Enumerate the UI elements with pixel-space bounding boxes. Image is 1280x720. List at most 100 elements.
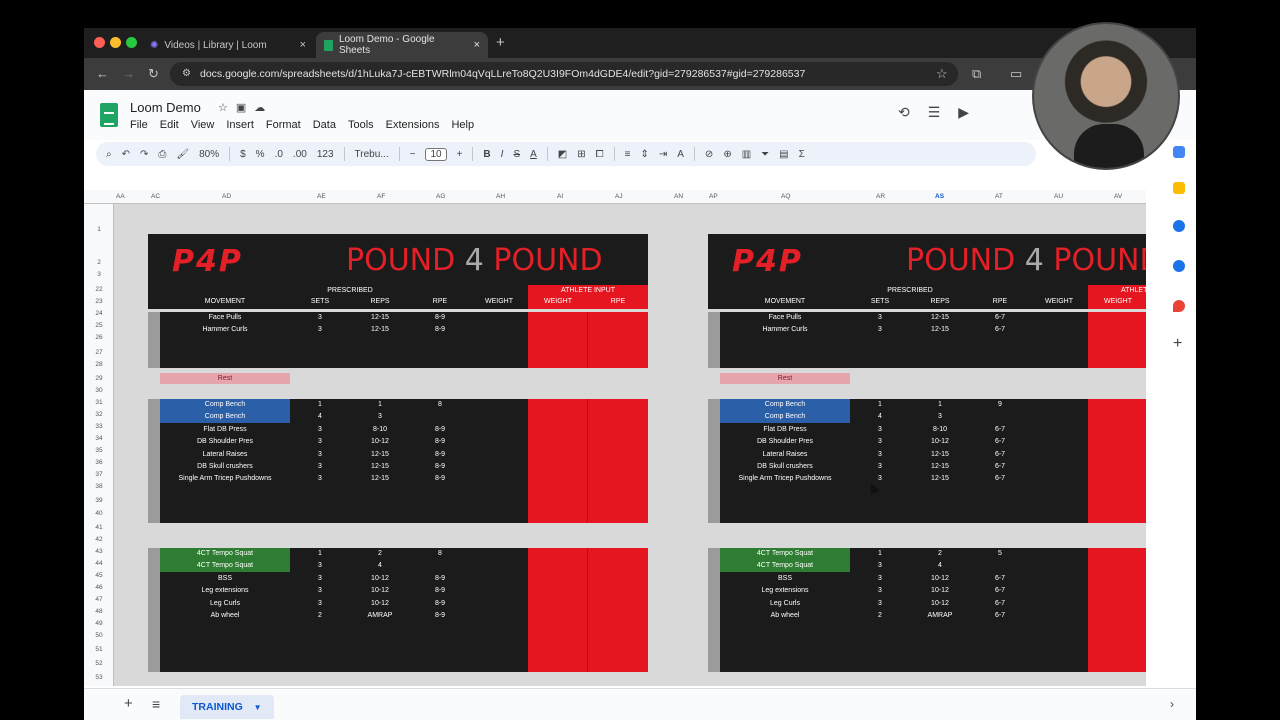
row-number[interactable]: 26: [84, 334, 114, 341]
column-header[interactable]: AV: [1114, 193, 1122, 200]
strikethrough-button[interactable]: S: [513, 149, 520, 160]
exercise-row[interactable]: DB Shoulder Pres 3 10-12 6-7: [720, 436, 1088, 448]
row-number[interactable]: 25: [84, 322, 114, 329]
movement-cell[interactable]: BSS: [720, 575, 850, 582]
sheet-tab-menu-icon[interactable]: ▼: [254, 703, 262, 712]
movement-cell[interactable]: 4CT Tempo Squat: [160, 548, 290, 560]
row-number[interactable]: 40: [84, 510, 114, 517]
tab-loom-library[interactable]: ✺ Videos | Library | Loom ×: [142, 32, 314, 58]
sets-cell[interactable]: 3: [290, 426, 350, 433]
row-number[interactable]: 41: [84, 524, 114, 531]
row-number[interactable]: 42: [84, 536, 114, 543]
comments-icon[interactable]: ☰: [928, 104, 959, 120]
row-number[interactable]: 53: [84, 674, 114, 681]
reps-cell[interactable]: 4: [910, 562, 970, 569]
rpe-cell[interactable]: 6-7: [970, 314, 1030, 321]
column-header[interactable]: AP: [709, 193, 718, 200]
all-sheets-button[interactable]: ≡: [152, 696, 160, 712]
rpe-cell[interactable]: 6-7: [970, 463, 1030, 470]
sets-cell[interactable]: 3: [290, 326, 350, 333]
reps-cell[interactable]: 2: [350, 550, 410, 557]
movement-cell[interactable]: Ab wheel: [160, 612, 290, 619]
rpe-cell[interactable]: 6-7: [970, 575, 1030, 582]
rpe-cell[interactable]: 6-7: [970, 600, 1030, 607]
movement-cell[interactable]: Face Pulls: [160, 314, 290, 321]
bookmark-star-icon[interactable]: ☆: [936, 66, 948, 82]
row-number[interactable]: 27: [84, 349, 114, 356]
move-folder-icon[interactable]: ▣: [236, 102, 254, 114]
reps-cell[interactable]: 12-15: [910, 326, 970, 333]
athlete-input-cells[interactable]: [528, 548, 648, 672]
column-header[interactable]: AG: [436, 193, 445, 200]
reps-cell[interactable]: 12-15: [910, 475, 970, 482]
movement-cell[interactable]: Leg Curls: [160, 600, 290, 607]
row-number[interactable]: 51: [84, 646, 114, 653]
athlete-input-cells[interactable]: [528, 312, 648, 368]
row-number[interactable]: 32: [84, 411, 114, 418]
rest-day-label[interactable]: Rest: [720, 373, 850, 384]
movement-cell[interactable]: DB Shoulder Pres: [160, 438, 290, 445]
get-addons-icon[interactable]: +: [1173, 336, 1185, 352]
exercise-row[interactable]: 4CT Tempo Squat 3 4: [160, 560, 528, 573]
row-number[interactable]: 24: [84, 310, 114, 317]
rpe-cell[interactable]: 6-7: [970, 426, 1030, 433]
keep-icon[interactable]: [1173, 182, 1185, 194]
menu-edit[interactable]: Edit: [160, 119, 179, 131]
sets-cell[interactable]: 3: [850, 314, 910, 321]
row-number[interactable]: 22: [84, 286, 114, 293]
paint-format-icon[interactable]: 🖌: [176, 149, 189, 160]
reps-cell[interactable]: 1: [910, 401, 970, 408]
column-header[interactable]: AH: [496, 193, 505, 200]
row-number[interactable]: 1: [84, 226, 114, 233]
reps-cell[interactable]: 10-12: [350, 600, 410, 607]
close-window-button[interactable]: [94, 37, 105, 48]
row-number[interactable]: 33: [84, 423, 114, 430]
sets-cell[interactable]: 3: [850, 475, 910, 482]
rpe-cell[interactable]: 8-9: [410, 600, 470, 607]
rpe-cell[interactable]: 8-9: [410, 426, 470, 433]
rpe-cell[interactable]: 6-7: [970, 475, 1030, 482]
reps-cell[interactable]: 1: [350, 401, 410, 408]
column-header[interactable]: AF: [377, 193, 385, 200]
maximize-window-button[interactable]: [126, 37, 137, 48]
sets-cell[interactable]: 3: [290, 600, 350, 607]
exercise-row[interactable]: Leg Curls 3 10-12 6-7: [720, 598, 1088, 610]
sets-cell[interactable]: 3: [850, 463, 910, 470]
movement-cell[interactable]: Leg Curls: [720, 600, 850, 607]
sets-cell[interactable]: 4: [290, 413, 350, 420]
rpe-cell[interactable]: 8-9: [410, 612, 470, 619]
rpe-cell[interactable]: 8-9: [410, 438, 470, 445]
cloud-status-icon[interactable]: ☁: [254, 102, 273, 114]
star-icon[interactable]: ☆: [218, 102, 236, 114]
merge-cells-icon[interactable]: ⧠: [596, 149, 604, 160]
row-number[interactable]: 46: [84, 584, 114, 591]
text-color-button[interactable]: A: [530, 149, 537, 160]
reps-cell[interactable]: 8-10: [350, 426, 410, 433]
movement-cell[interactable]: Comp Bench: [160, 411, 290, 424]
rpe-cell[interactable]: 6-7: [970, 587, 1030, 594]
reps-cell[interactable]: 12-15: [350, 451, 410, 458]
exercise-row[interactable]: Single Arm Tricep Pushdowns 3 12-15 6-7: [720, 473, 1088, 485]
rpe-cell[interactable]: 6-7: [970, 612, 1030, 619]
zoom-select[interactable]: 80%: [199, 149, 219, 160]
reps-cell[interactable]: 12-15: [350, 326, 410, 333]
webcam-bubble[interactable]: [1032, 22, 1180, 170]
menu-extensions[interactable]: Extensions: [386, 119, 440, 131]
column-header[interactable]: AE: [317, 193, 326, 200]
exercise-row[interactable]: Lateral Raises 3 12-15 6-7: [720, 449, 1088, 461]
rpe-cell[interactable]: 8-9: [410, 475, 470, 482]
sheets-logo-icon[interactable]: [100, 103, 118, 127]
movement-cell[interactable]: Single Arm Tricep Pushdowns: [160, 475, 290, 482]
row-number[interactable]: 50: [84, 632, 114, 639]
undo-icon[interactable]: ↶: [122, 149, 130, 160]
row-number[interactable]: 48: [84, 608, 114, 615]
rpe-cell[interactable]: 8-9: [410, 575, 470, 582]
exercise-row[interactable]: Leg extensions 3 10-12 8-9: [160, 585, 528, 597]
movement-cell[interactable]: Comp Bench: [160, 399, 290, 411]
rpe-cell[interactable]: 8-9: [410, 326, 470, 333]
exercise-row[interactable]: Leg Curls 3 10-12 8-9: [160, 598, 528, 610]
add-sheet-button[interactable]: +: [124, 695, 133, 712]
movement-cell[interactable]: DB Shoulder Pres: [720, 438, 850, 445]
insert-comment-icon[interactable]: ⊕: [723, 149, 731, 160]
column-header[interactable]: AQ: [781, 193, 790, 200]
